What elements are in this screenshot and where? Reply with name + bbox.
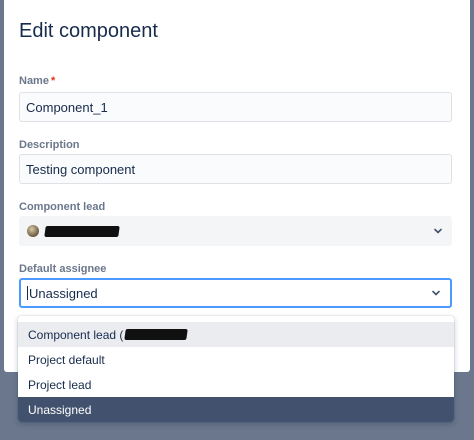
redacted-user-name [124, 329, 189, 340]
option-component-lead[interactable]: Component lead ( [18, 322, 454, 347]
default-assignee-label: Default assignee [19, 263, 107, 275]
option-label: Unassigned [28, 402, 92, 417]
component-lead-label: Component lead [19, 201, 106, 213]
redacted-user-name [44, 225, 120, 237]
option-label: Project default [28, 352, 105, 367]
option-project-lead[interactable]: Project lead [18, 372, 454, 397]
name-value: Component_1 [26, 99, 108, 115]
name-label-text: Name [19, 75, 49, 87]
name-field[interactable]: Component_1 [19, 92, 452, 122]
avatar [27, 225, 39, 237]
option-label: Component lead ( [28, 327, 124, 342]
name-label: Name * [19, 75, 55, 87]
description-field[interactable]: Testing component [19, 154, 452, 184]
chevron-down-icon[interactable] [432, 225, 444, 237]
required-indicator: * [50, 75, 56, 87]
text-cursor [27, 286, 28, 300]
description-label: Description [19, 139, 80, 151]
chevron-down-icon[interactable] [430, 287, 442, 299]
option-unassigned[interactable]: Unassigned [18, 397, 454, 422]
default-assignee-value: Unassigned [29, 285, 98, 301]
default-assignee-select[interactable]: Unassigned [19, 278, 452, 308]
component-lead-select[interactable] [19, 216, 452, 246]
option-project-default[interactable]: Project default [18, 347, 454, 372]
dialog-title: Edit component [19, 20, 158, 42]
default-assignee-dropdown: Component lead ( Project default Project… [18, 316, 454, 422]
description-value: Testing component [26, 161, 136, 177]
option-label: Project lead [28, 377, 92, 392]
